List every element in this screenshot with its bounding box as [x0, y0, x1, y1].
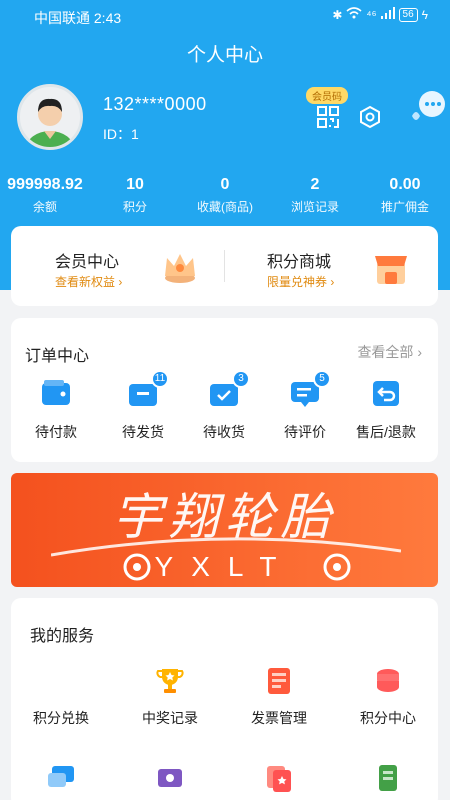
order-after-sales[interactable]: 售后/退款: [346, 378, 426, 442]
stat-value: 0.00: [389, 176, 421, 193]
settings-icon[interactable]: [358, 105, 382, 129]
vip-code-badge[interactable]: 会员码: [306, 87, 348, 104]
message-icon[interactable]: [404, 90, 450, 128]
stat-value: 10: [126, 176, 144, 193]
qr-code-icon[interactable]: [317, 106, 339, 128]
promo-banner[interactable]: 宇翔轮胎 YXLT: [11, 473, 438, 587]
service-invoice-management[interactable]: 发票管理: [229, 666, 329, 728]
avatar[interactable]: [17, 84, 83, 150]
stat-label: 余额: [32, 200, 57, 214]
signal-icon: [380, 7, 395, 22]
user-phone: 132****0000: [103, 94, 207, 114]
status-icons: ✱ ⁴⁶ 56 ϟ: [332, 7, 428, 22]
vip-center-entry[interactable]: 会员中心 查看新权益 ›: [11, 226, 224, 306]
service-label: 积分兑换: [33, 710, 89, 726]
crown-icon: [161, 248, 199, 291]
page-title: 个人中心: [186, 45, 263, 66]
view-all-orders-link[interactable]: 查看全部 ›: [357, 342, 422, 362]
order-badge: 5: [313, 370, 331, 388]
points-mall-entry[interactable]: 积分商城 限量兑神券 ›: [225, 226, 438, 306]
stat-value: 999998.92: [7, 176, 83, 193]
service-item[interactable]: [338, 763, 438, 793]
orders-card: 订单中心 查看全部 › 待付款 11 待发货 3 待收货 5 待评价 售后/退款: [11, 318, 438, 462]
stat-label: 浏览记录: [290, 200, 339, 214]
order-pending-shipment[interactable]: 11 待发货: [103, 370, 183, 442]
user-id: ID：1: [103, 126, 139, 142]
invoice-icon: [264, 666, 294, 696]
service-item[interactable]: [11, 763, 111, 793]
stat-value: 2: [310, 176, 320, 193]
order-badge: 11: [151, 370, 169, 388]
tire-icon: [323, 553, 351, 581]
order-label: 待收货: [203, 424, 245, 440]
stat-history[interactable]: 2 浏览记录: [270, 176, 360, 220]
carrier-time: 中国联通 2:43: [34, 10, 122, 26]
service-points-center[interactable]: 积分中心: [338, 666, 438, 728]
shop-icon: [371, 248, 411, 293]
status-bar: 中国联通 2:43 ✱ ⁴⁶ 56 ϟ: [0, 0, 450, 32]
order-pending-payment[interactable]: 待付款: [16, 378, 96, 442]
service-prize-records[interactable]: 中奖记录: [120, 666, 220, 728]
service-item[interactable]: [229, 763, 329, 793]
bluetooth-icon: ✱: [332, 7, 343, 22]
stat-label: 推广佣金: [380, 200, 429, 214]
order-label: 待付款: [35, 424, 77, 440]
coins-icon: [373, 666, 403, 696]
stats-row: 999998.92 余额 10 积分 0 收藏(商品) 2 浏览记录 0.00 …: [0, 176, 450, 220]
review-icon: 5: [289, 370, 331, 408]
services-heading: 我的服务: [30, 628, 95, 645]
stat-commission[interactable]: 0.00 推广佣金: [360, 176, 450, 220]
service-item[interactable]: [120, 763, 220, 793]
stat-favorites[interactable]: 0 收藏(商品): [180, 176, 270, 220]
vip-center-title: 会员中心: [55, 254, 120, 271]
stat-label: 积分: [122, 200, 147, 214]
wallet-icon: [40, 378, 72, 408]
network-label: ⁴⁶: [366, 7, 377, 22]
ticket-icon: [155, 763, 185, 793]
member-card: 会员中心 查看新权益 › 积分商城 限量兑神券 ›: [11, 226, 438, 306]
document-icon: [373, 763, 403, 793]
favorite-card-icon: [264, 763, 294, 793]
points-mall-subtitle: 限量兑神券 ›: [267, 275, 335, 289]
exchange-icon: [46, 666, 76, 696]
service-label: 积分中心: [360, 710, 416, 726]
charging-icon: ϟ: [421, 7, 428, 22]
stat-points[interactable]: 10 积分: [90, 176, 180, 220]
battery-icon: 56: [398, 7, 418, 22]
order-badge: 3: [232, 370, 250, 388]
stat-balance[interactable]: 999998.92 余额: [0, 176, 90, 220]
stat-label: 收藏(商品): [197, 200, 253, 214]
trophy-icon: [155, 666, 185, 696]
order-label: 待评价: [284, 424, 326, 440]
orders-heading: 订单中心: [25, 348, 90, 365]
chat-icon: [46, 763, 76, 793]
service-label: 中奖记录: [142, 710, 198, 726]
order-pending-review[interactable]: 5 待评价: [265, 370, 345, 442]
order-pending-receipt[interactable]: 3 待收货: [184, 370, 264, 442]
service-points-exchange[interactable]: 积分兑换: [11, 666, 111, 728]
banner-subtitle: YXLT: [154, 551, 295, 582]
order-label: 售后/退款: [356, 424, 416, 440]
order-label: 待发货: [122, 424, 164, 440]
delivery-icon: 3: [208, 370, 250, 408]
refund-icon: [370, 378, 402, 408]
stat-value: 0: [220, 176, 230, 193]
tire-icon: [123, 553, 151, 581]
services-card: 我的服务 积分兑换 中奖记录 发票管理 积分中心: [11, 598, 438, 800]
service-label: 发票管理: [251, 710, 307, 726]
wifi-icon: [346, 7, 362, 22]
vip-center-subtitle: 查看新权益 ›: [55, 275, 123, 289]
points-mall-title: 积分商城: [267, 254, 332, 271]
box-icon: 11: [127, 370, 169, 408]
banner-title: 宇翔轮胎: [112, 488, 337, 546]
